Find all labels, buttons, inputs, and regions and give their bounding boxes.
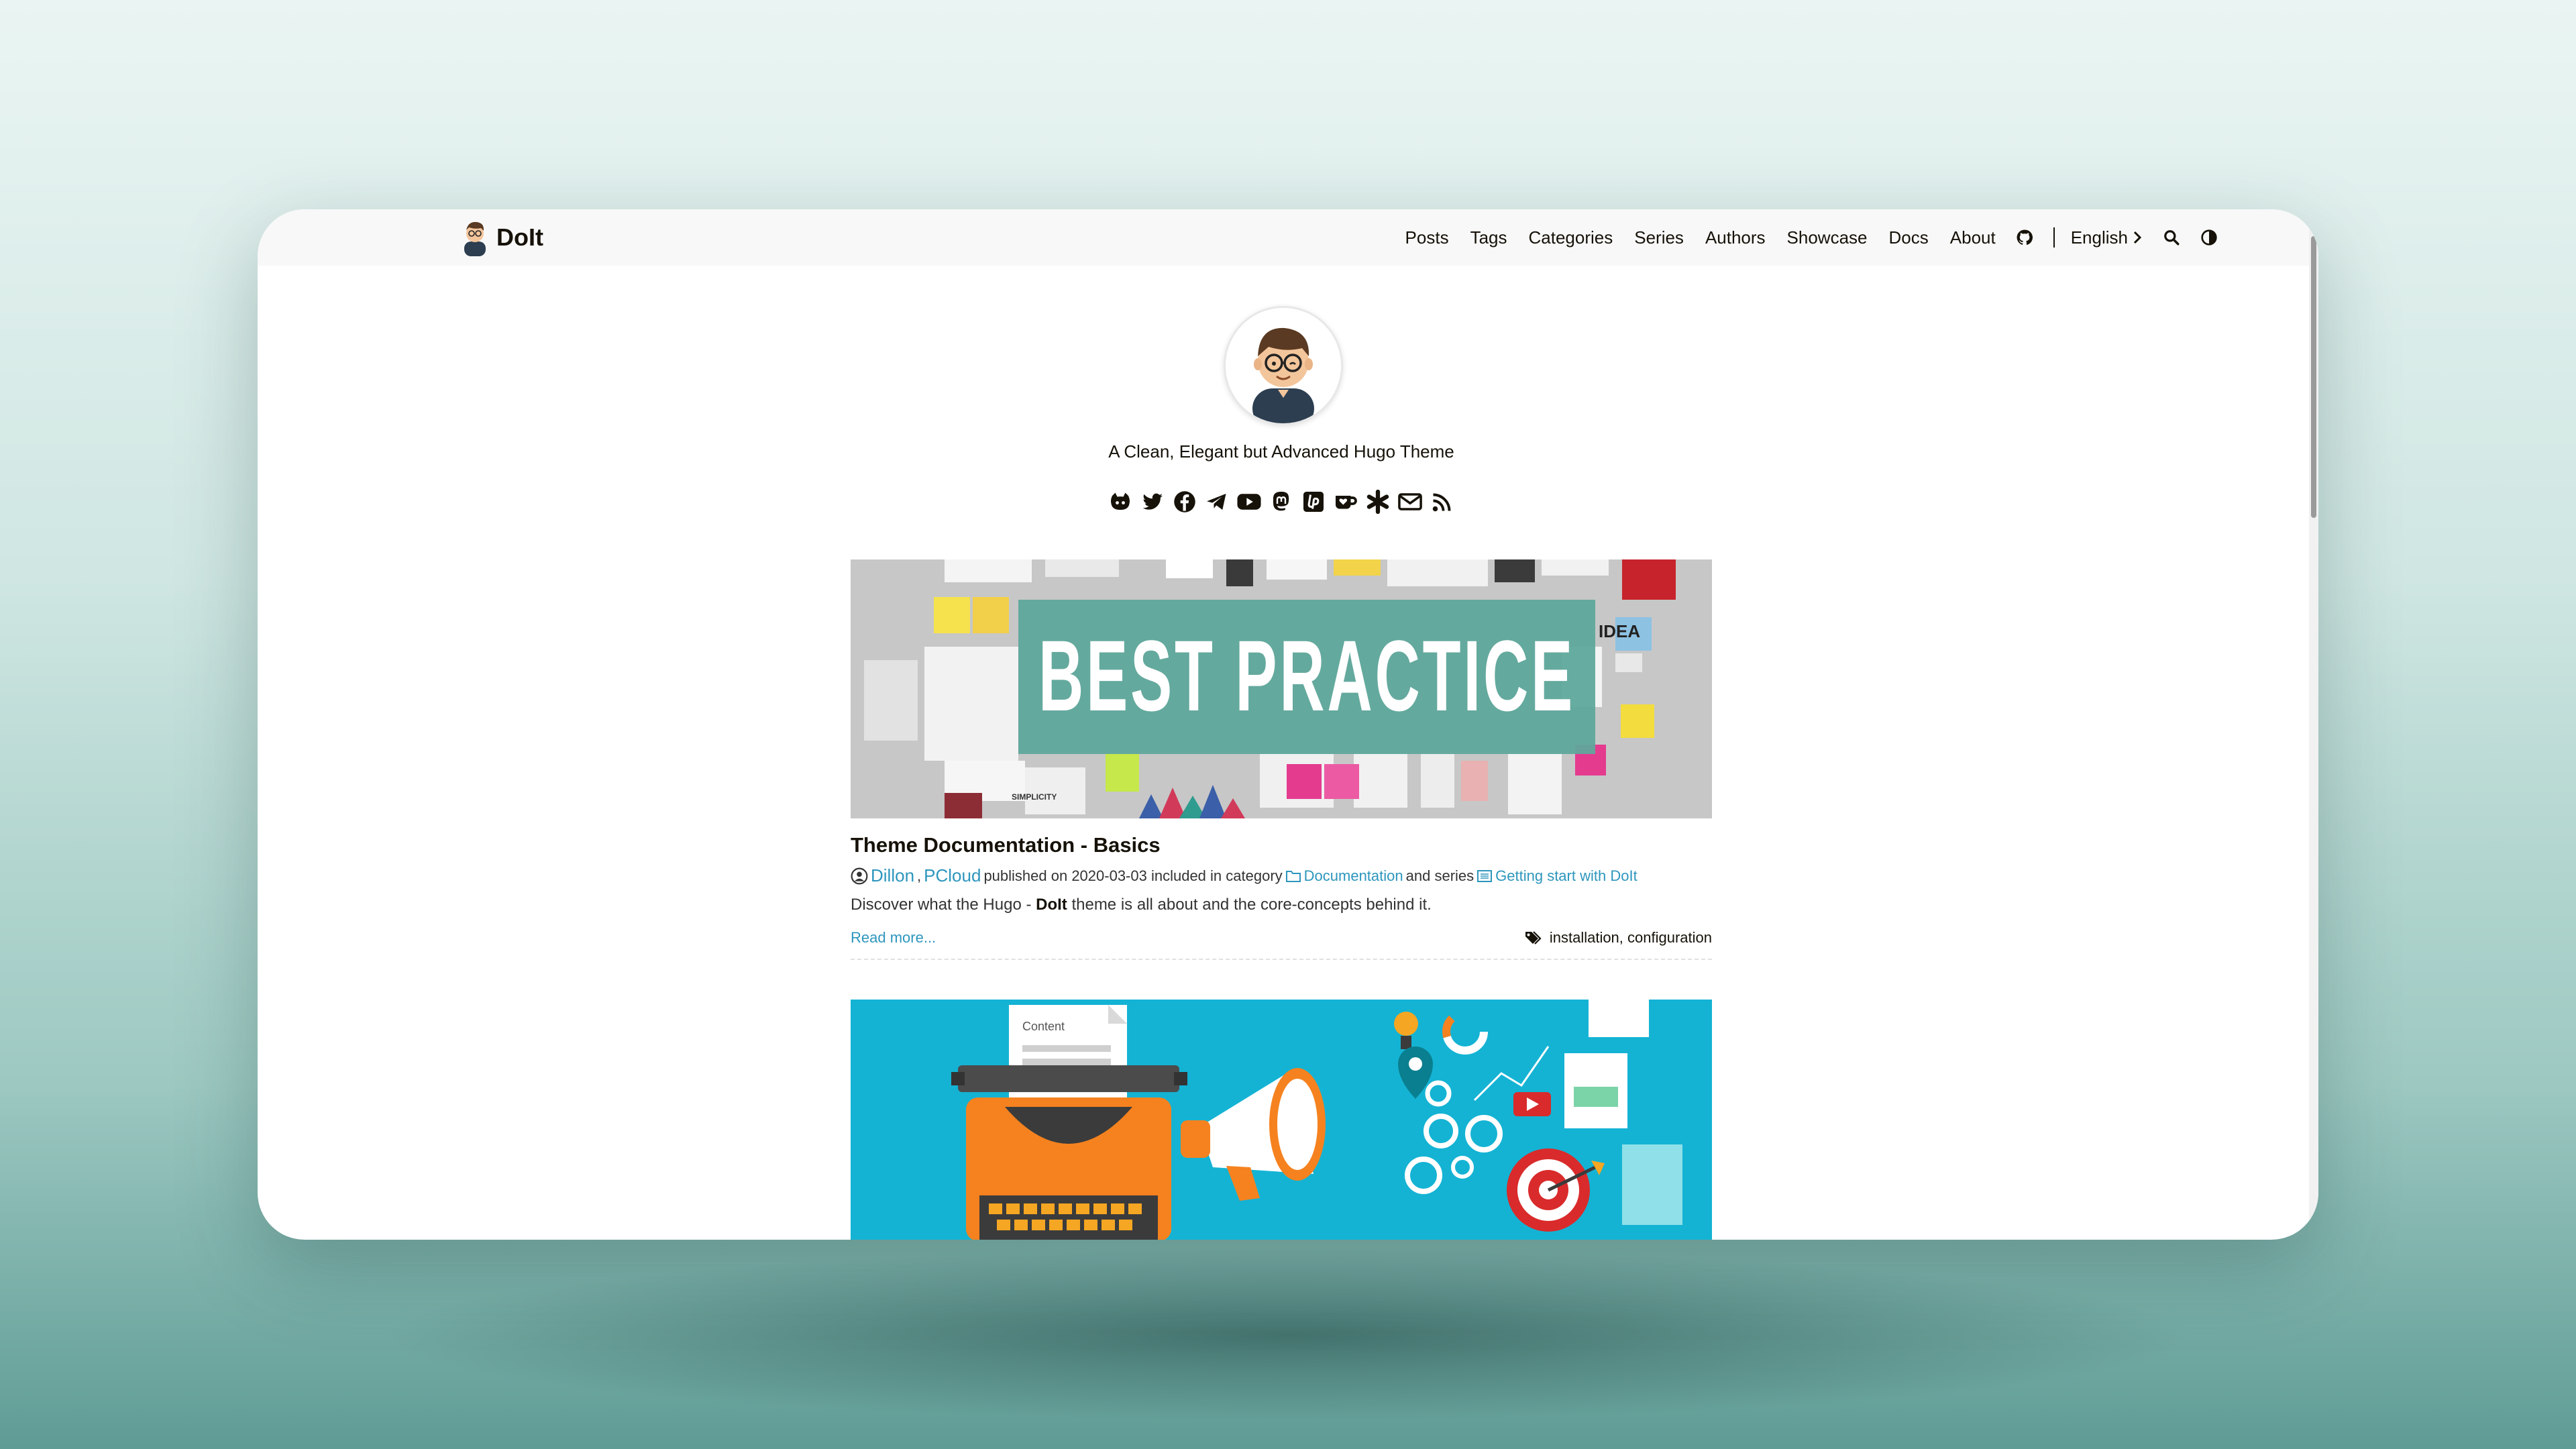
nav-separator bbox=[2053, 227, 2055, 248]
chevron-right-icon bbox=[2133, 231, 2142, 244]
mastodon-icon[interactable] bbox=[1268, 488, 1295, 515]
site-header: DoIt Posts Tags Categories Series Author… bbox=[258, 209, 2318, 266]
post-card-2: Content bbox=[851, 1000, 1712, 1240]
post-summary: Discover what the Hugo - DoIt theme is a… bbox=[851, 896, 1712, 914]
summary-pre: Discover what the Hugo - bbox=[851, 896, 1032, 914]
post-meta: Dillon, PCloud published on 2020-03-03 i… bbox=[851, 865, 1712, 886]
asterisk-icon[interactable] bbox=[1364, 488, 1391, 515]
profile-avatar bbox=[1224, 306, 1343, 425]
backdrop-shadow bbox=[376, 1248, 2200, 1422]
summary-post: theme is all about and the core-concepts… bbox=[1071, 896, 1432, 914]
twitter-icon[interactable] bbox=[1139, 488, 1166, 515]
brand-name: DoIt bbox=[496, 223, 543, 251]
author-link-1[interactable]: Dillon bbox=[871, 865, 914, 886]
user-circle-icon bbox=[851, 867, 868, 884]
brand-link[interactable]: DoIt bbox=[460, 209, 543, 266]
post-divider bbox=[851, 959, 1712, 960]
language-label: English bbox=[2070, 227, 2128, 248]
published-text: published on 2020-03-03 included in cate… bbox=[983, 867, 1283, 884]
nav-docs[interactable]: Docs bbox=[1889, 227, 1929, 248]
tags-list[interactable]: installation, configuration bbox=[1550, 929, 1712, 947]
github-icon[interactable] bbox=[1107, 488, 1134, 515]
github-nav-icon[interactable] bbox=[2016, 229, 2033, 246]
nav-about[interactable]: About bbox=[1950, 227, 1996, 248]
post-card: IDEA SIMPLICITY BEST PRACTICE Theme Docu… bbox=[851, 559, 1712, 960]
best-practice-text: BEST PRACTICE bbox=[1038, 619, 1575, 732]
nav-authors[interactable]: Authors bbox=[1705, 227, 1766, 248]
theme-toggle-icon[interactable] bbox=[2200, 229, 2218, 246]
post-footer: Read more... installation, configuration bbox=[851, 929, 1712, 947]
category-link[interactable]: Documentation bbox=[1304, 867, 1403, 885]
featured-image-2[interactable]: Content bbox=[851, 1000, 1712, 1240]
youtube-icon[interactable] bbox=[1236, 488, 1263, 515]
browser-window: DoIt Posts Tags Categories Series Author… bbox=[258, 209, 2318, 1240]
folder-icon bbox=[1285, 870, 1301, 882]
telegram-icon[interactable] bbox=[1203, 488, 1230, 515]
language-switcher[interactable]: English bbox=[2071, 227, 2143, 248]
site-subtitle: A Clean, Elegant but Advanced Hugo Theme bbox=[1108, 441, 1454, 462]
nav-tags[interactable]: Tags bbox=[1470, 227, 1507, 248]
featured-image[interactable]: IDEA SIMPLICITY BEST PRACTICE bbox=[851, 559, 1712, 818]
list-icon bbox=[1477, 869, 1493, 882]
nav-posts[interactable]: Posts bbox=[1405, 227, 1449, 248]
summary-bold: DoIt bbox=[1036, 896, 1067, 914]
facebook-icon[interactable] bbox=[1171, 488, 1198, 515]
series-text: and series bbox=[1405, 867, 1474, 884]
idea-label: IDEA bbox=[1599, 621, 1640, 641]
nav-categories[interactable]: Categories bbox=[1529, 227, 1613, 248]
social-links bbox=[1107, 487, 1456, 517]
liberapay-icon[interactable] bbox=[1300, 488, 1327, 515]
simplicity-label: SIMPLICITY bbox=[1012, 792, 1057, 802]
author-separator: , bbox=[917, 867, 922, 884]
brand-avatar-icon bbox=[464, 221, 486, 256]
read-more-link[interactable]: Read more... bbox=[851, 929, 936, 947]
content-label: Content bbox=[1022, 1020, 1065, 1033]
rss-icon[interactable] bbox=[1429, 488, 1456, 515]
series-link[interactable]: Getting start with DoIt bbox=[1495, 867, 1638, 885]
author-link-2[interactable]: PCloud bbox=[924, 865, 981, 886]
email-icon[interactable] bbox=[1397, 488, 1424, 515]
nav-series[interactable]: Series bbox=[1634, 227, 1684, 248]
nav-showcase[interactable]: Showcase bbox=[1787, 227, 1868, 248]
tags-icon bbox=[1525, 931, 1542, 945]
scrollbar[interactable] bbox=[2309, 229, 2318, 1222]
post-title[interactable]: Theme Documentation - Basics bbox=[851, 833, 1712, 857]
kofi-icon[interactable] bbox=[1332, 488, 1359, 515]
search-icon[interactable] bbox=[2163, 229, 2180, 246]
main-nav: Posts Tags Categories Series Authors Sho… bbox=[1384, 209, 2218, 266]
post-tags: installation, configuration bbox=[1524, 929, 1712, 947]
scrollbar-thumb[interactable] bbox=[2311, 236, 2316, 518]
